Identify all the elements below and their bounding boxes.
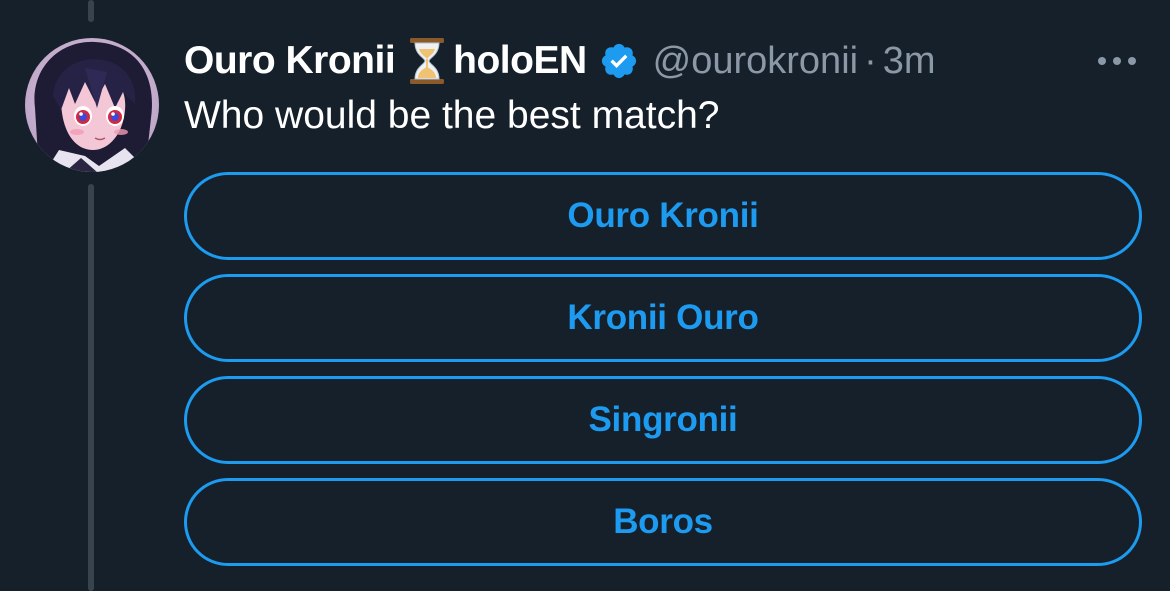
- handle[interactable]: @ourokronii: [653, 40, 858, 83]
- poll: Ouro Kronii Kronii Ouro Singronii Boros: [184, 172, 1142, 580]
- verified-badge-icon[interactable]: [599, 41, 639, 81]
- timestamp[interactable]: 3m: [883, 40, 936, 83]
- tweet-text: Who would be the best match?: [184, 94, 720, 137]
- poll-option-4[interactable]: Boros: [184, 478, 1142, 566]
- hourglass-icon: [407, 37, 447, 85]
- thread-line-bottom: [88, 184, 94, 591]
- tweet-header: Ouro Kronii holoEN @ourokronii · 3m: [184, 34, 1140, 88]
- poll-option-2[interactable]: Kronii Ouro: [184, 274, 1142, 362]
- poll-option-1[interactable]: Ouro Kronii: [184, 172, 1142, 260]
- poll-option-3[interactable]: Singronii: [184, 376, 1142, 464]
- separator-dot: ·: [864, 39, 877, 82]
- display-name-suffix[interactable]: holoEN: [453, 39, 587, 83]
- display-name[interactable]: Ouro Kronii: [184, 39, 396, 83]
- more-options-icon[interactable]: [1094, 46, 1140, 76]
- thread-line-top: [88, 0, 94, 22]
- avatar-image: [25, 38, 159, 172]
- avatar[interactable]: [25, 38, 159, 172]
